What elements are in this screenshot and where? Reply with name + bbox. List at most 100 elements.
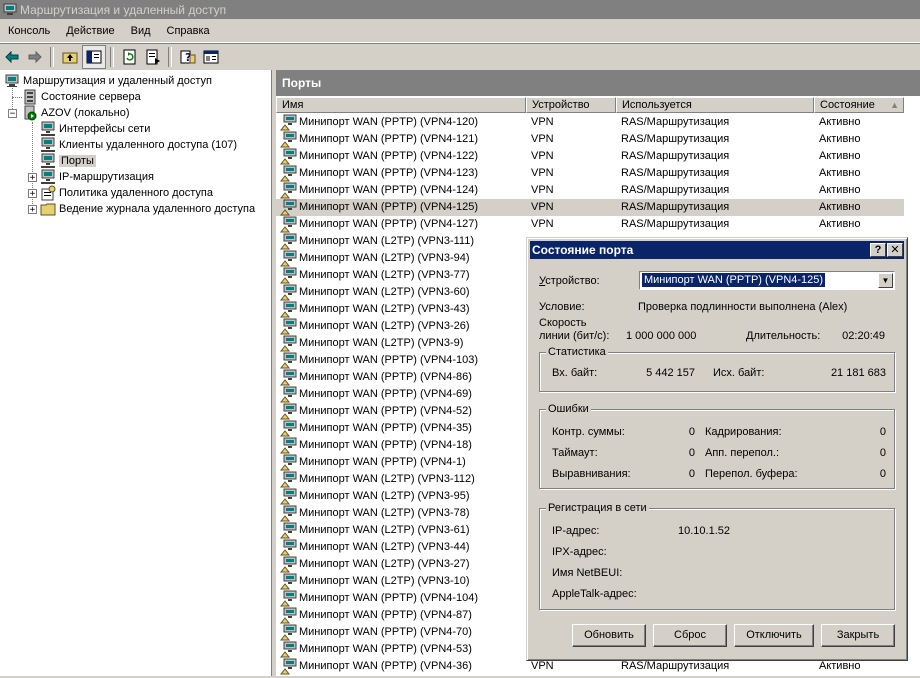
properties-icon bbox=[203, 50, 219, 64]
port-used-cell: RAS/Маршрутизация bbox=[621, 218, 730, 230]
port-device-cell: VPN bbox=[531, 167, 554, 179]
tree-expand-toggle[interactable]: + bbox=[28, 189, 37, 199]
button-label: Сброс bbox=[674, 629, 706, 641]
table-row[interactable]: Минипорт WAN (PPTP) (VPN4-125) VPN RAS/Мар… bbox=[276, 199, 904, 216]
port-device-cell: VPN bbox=[531, 150, 554, 162]
crc-errors-label: Контр. суммы: bbox=[552, 426, 625, 438]
table-row[interactable]: Минипорт WAN (PPTP) (VPN4-123) VPN RAS/Мар… bbox=[276, 165, 904, 182]
duration-label: Длительность: bbox=[746, 330, 821, 342]
port-name-cell: Минипорт WAN (PPTP) (VPN4-52) bbox=[299, 405, 472, 417]
tree-item-label: IP-маршрутизация bbox=[59, 171, 154, 183]
toolbar-separator bbox=[168, 47, 172, 67]
column-header-label: Состояние bbox=[820, 99, 875, 111]
column-header-name[interactable]: Имя bbox=[276, 97, 526, 113]
bytes-out-label: Исх. байт: bbox=[713, 367, 765, 379]
export-list-button[interactable] bbox=[142, 46, 164, 68]
port-icon bbox=[279, 131, 298, 148]
chevron-down-icon[interactable]: ▼ bbox=[878, 273, 893, 288]
table-row[interactable]: Минипорт WAN (PPTP) (VPN4-121) VPN RAS/Мар… bbox=[276, 131, 904, 148]
tree-connector bbox=[12, 97, 22, 98]
menu-console[interactable]: Консоль bbox=[0, 21, 58, 42]
port-icon bbox=[279, 488, 298, 505]
tree-item-ip-routing[interactable]: IP-маршрутизация bbox=[40, 169, 154, 185]
port-name-cell: Минипорт WAN (L2TP) (VPN3-10) bbox=[299, 575, 470, 587]
tree-item-server-status[interactable]: Состояние сервера bbox=[22, 89, 141, 105]
port-icon bbox=[279, 420, 298, 437]
refresh-icon bbox=[123, 49, 136, 65]
bytes-out-value: 21 181 683 bbox=[830, 367, 886, 379]
device-label: Устройство: bbox=[539, 275, 600, 287]
errors-group: Ошибки Контр. суммы: 0 Кадрирования: 0 Т… bbox=[539, 402, 895, 489]
reset-button[interactable]: Сброс bbox=[653, 624, 727, 647]
forward-arrow-icon bbox=[28, 50, 42, 64]
help-button[interactable]: ? bbox=[177, 46, 199, 68]
tree-item-label: AZOV (локально) bbox=[41, 107, 130, 119]
tree-expand-toggle[interactable]: + bbox=[28, 205, 37, 215]
port-status-cell: Активно bbox=[819, 201, 861, 213]
tree-collapse-toggle[interactable]: − bbox=[8, 109, 17, 119]
port-icon bbox=[279, 284, 298, 301]
window-title-bar[interactable]: Маршрутизация и удаленный доступ bbox=[0, 0, 920, 19]
ports-icon bbox=[41, 153, 55, 168]
menu-help[interactable]: Справка bbox=[159, 21, 218, 42]
table-row[interactable]: Минипорт WAN (PPTP) (VPN4-120) VPN RAS/Мар… bbox=[276, 114, 904, 131]
network-interfaces-icon bbox=[41, 121, 55, 136]
port-used-cell: RAS/Маршрутизация bbox=[621, 116, 730, 128]
tree-item-network-interfaces[interactable]: Интерфейсы сети bbox=[40, 121, 150, 137]
port-icon bbox=[279, 641, 298, 658]
tree-item-logging[interactable]: Ведение журнала удаленного доступа bbox=[40, 201, 255, 217]
group-title: Статистика bbox=[546, 345, 608, 359]
dialog-close-icon[interactable]: ✕ bbox=[887, 243, 903, 257]
tree-item-label: Состояние сервера bbox=[41, 91, 141, 103]
port-device-cell: VPN bbox=[531, 218, 554, 230]
refresh-button[interactable] bbox=[119, 46, 141, 68]
tree-item-ports[interactable]: Порты bbox=[40, 153, 96, 169]
back-button[interactable] bbox=[1, 46, 23, 68]
port-icon bbox=[279, 352, 298, 369]
table-row[interactable]: Минипорт WAN (PPTP) (VPN4-124) VPN RAS/Мар… bbox=[276, 182, 904, 199]
buffer-overrun-label: Перепол. буфера: bbox=[705, 468, 798, 480]
port-icon bbox=[279, 148, 298, 165]
device-selected-value: Минипорт WAN (PPTP) (VPN4-125) bbox=[642, 273, 826, 287]
netbeui-name-label: Имя NetBEUI: bbox=[552, 567, 623, 579]
tree-root[interactable]: Маршрутизация и удаленный доступ bbox=[4, 73, 212, 89]
tree-expand-toggle[interactable]: + bbox=[28, 173, 37, 183]
device-select[interactable]: Минипорт WAN (PPTP) (VPN4-125) ▼ bbox=[639, 271, 895, 290]
table-row[interactable]: Минипорт WAN (PPTP) (VPN4-127) VPN RAS/Мар… bbox=[276, 216, 904, 233]
table-row[interactable]: Минипорт WAN (PPTP) (VPN4-122) VPN RAS/Мар… bbox=[276, 148, 904, 165]
port-name-cell: Минипорт WAN (PPTP) (VPN4-69) bbox=[299, 388, 472, 400]
menu-bar: Консоль Действие Вид Справка bbox=[0, 21, 920, 43]
port-device-cell: VPN bbox=[531, 184, 554, 196]
port-name-cell: Минипорт WAN (L2TP) (VPN3-43) bbox=[299, 303, 470, 315]
tree-item-server[interactable]: AZOV (локально) bbox=[22, 105, 130, 121]
alignment-errors-value: 0 bbox=[688, 468, 695, 480]
menu-action[interactable]: Действие bbox=[58, 21, 122, 42]
forward-button[interactable] bbox=[24, 46, 46, 68]
disconnect-button[interactable]: Отключить bbox=[734, 624, 814, 647]
column-header-device[interactable]: Устройство bbox=[526, 97, 616, 113]
show-hide-tree-icon bbox=[86, 50, 102, 64]
port-device-cell: VPN bbox=[531, 133, 554, 145]
port-icon bbox=[279, 522, 298, 539]
refresh-button[interactable]: Обновить bbox=[572, 624, 646, 647]
column-header-status[interactable]: Состояние ▲ bbox=[814, 97, 904, 113]
help-icon: ? bbox=[180, 50, 196, 64]
close-button[interactable]: Закрыть bbox=[821, 624, 895, 647]
port-name-cell: Минипорт WAN (L2TP) (VPN3-26) bbox=[299, 320, 470, 332]
up-level-button[interactable] bbox=[59, 46, 81, 68]
tree-item-remote-policy[interactable]: Политика удаленного доступа bbox=[40, 185, 213, 201]
dialog-title-bar[interactable]: Состояние порта ? ✕ bbox=[530, 241, 904, 259]
remote-clients-icon bbox=[41, 137, 55, 152]
condition-value: Проверка подлинности выполнена (Alex) bbox=[638, 301, 848, 313]
port-icon bbox=[279, 573, 298, 590]
console-tree[interactable]: Маршрутизация и удаленный доступ Состоян… bbox=[0, 70, 272, 676]
column-header-used[interactable]: Используется bbox=[616, 97, 814, 113]
menu-view[interactable]: Вид bbox=[123, 21, 159, 42]
tree-item-remote-clients[interactable]: Клиенты удаленного доступа (107) bbox=[40, 137, 237, 153]
dialog-help-button[interactable]: ? bbox=[870, 243, 886, 257]
port-icon bbox=[279, 505, 298, 522]
show-hide-tree-button[interactable] bbox=[82, 45, 106, 69]
crc-errors-value: 0 bbox=[688, 426, 695, 438]
port-name-cell: Минипорт WAN (PPTP) (VPN4-121) bbox=[299, 133, 479, 145]
properties-button[interactable] bbox=[200, 46, 222, 68]
